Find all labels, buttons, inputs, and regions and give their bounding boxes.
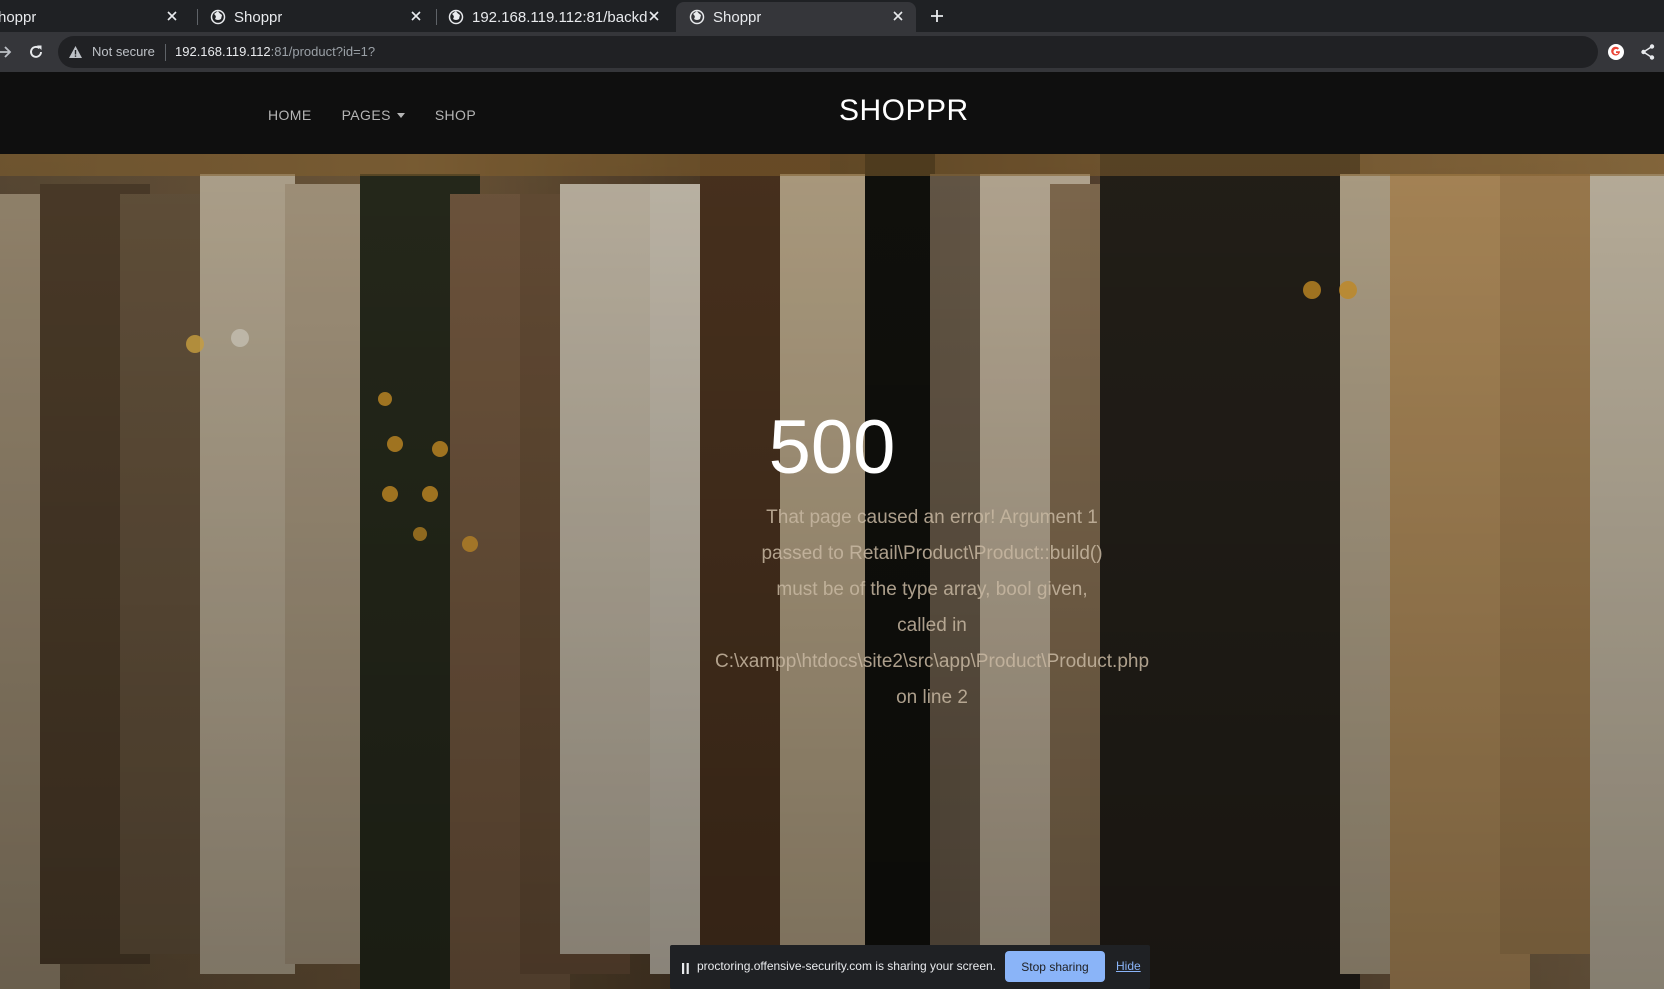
url-path: :81/product?id=1?	[270, 44, 376, 59]
error-code: 500	[768, 405, 896, 490]
stop-sharing-button[interactable]: Stop sharing	[1005, 951, 1105, 982]
tab-backdoor[interactable]: 192.168.119.112:81/backdo	[438, 2, 672, 32]
site-brand[interactable]: SHOPPR	[839, 94, 969, 128]
menu-item-shop[interactable]: SHOP	[435, 107, 476, 123]
error-message-line: on line 2	[896, 687, 968, 708]
error-message-line: C:\xampp\htdocs\site2\src\app\Product\Pr…	[714, 651, 1150, 672]
security-label[interactable]: Not secure	[92, 44, 155, 59]
error-message-line: called in	[897, 615, 967, 636]
tab-close-icon[interactable]	[646, 8, 662, 24]
menu-item-home[interactable]: HOME	[268, 107, 312, 123]
url-text[interactable]: 192.168.119.112:81/product?id=1?	[175, 44, 375, 59]
error-message-line: That page caused an error! Argument 1	[766, 507, 1098, 528]
address-bar[interactable]: Not secure 192.168.119.112:81/product?id…	[58, 36, 1598, 68]
menu-item-pages[interactable]: PAGES	[342, 107, 405, 123]
caret-down-icon	[396, 112, 405, 118]
share-icon[interactable]	[1640, 43, 1656, 61]
pause-icon	[682, 961, 689, 974]
globe-icon	[448, 9, 464, 25]
tab-shoppr-active[interactable]: Shoppr	[676, 2, 916, 32]
main-menu: HOME PAGES SHOP	[268, 107, 506, 123]
tab-title: 192.168.119.112:81/backdo	[472, 8, 648, 26]
tab-title: Shoppr	[713, 8, 762, 26]
plus-icon	[931, 10, 943, 22]
tab-title: hoppr	[0, 8, 37, 26]
share-message: proctoring.offensive-security.com is sha…	[697, 959, 997, 973]
omnibox-separator	[165, 44, 166, 61]
error-content: 500 That page caused an error! Argument …	[0, 154, 1664, 989]
url-host: 192.168.119.112	[175, 44, 271, 59]
error-message-line: passed to Retail\Product\Product::build(…	[761, 543, 1103, 564]
site-header: HOME PAGES SHOP SHOPPR	[0, 72, 1664, 154]
browser-toolbar: Not secure 192.168.119.112:81/product?id…	[0, 32, 1664, 72]
menu-item-pages-label: PAGES	[341, 107, 391, 123]
tab-close-icon[interactable]	[408, 8, 424, 24]
tab-close-icon[interactable]	[890, 8, 906, 24]
google-icon[interactable]	[1607, 43, 1625, 61]
warning-icon[interactable]	[68, 45, 83, 59]
tab-title: Shoppr	[234, 8, 283, 26]
tab-separator	[436, 9, 437, 25]
new-tab-button[interactable]	[926, 5, 948, 27]
browser-tabstrip: hoppr Shoppr 192.168.119.112:81/backdo S…	[0, 0, 1664, 32]
error-message-line: must be of the type array, bool given,	[776, 579, 1088, 600]
globe-icon	[210, 9, 226, 25]
hero-section: 500 That page caused an error! Argument …	[0, 154, 1664, 989]
tab-shoppr-1[interactable]: hoppr	[0, 2, 190, 32]
tab-separator	[197, 9, 198, 25]
error-message: That page caused an error! Argument 1 pa…	[682, 500, 1182, 716]
globe-icon	[689, 9, 705, 25]
tab-shoppr-2[interactable]: Shoppr	[200, 2, 434, 32]
tab-close-icon[interactable]	[164, 8, 180, 24]
hide-link[interactable]: Hide	[1116, 959, 1141, 973]
forward-icon[interactable]	[0, 43, 14, 61]
screen-share-banner: proctoring.offensive-security.com is sha…	[670, 945, 1150, 989]
reload-icon[interactable]	[27, 43, 45, 61]
